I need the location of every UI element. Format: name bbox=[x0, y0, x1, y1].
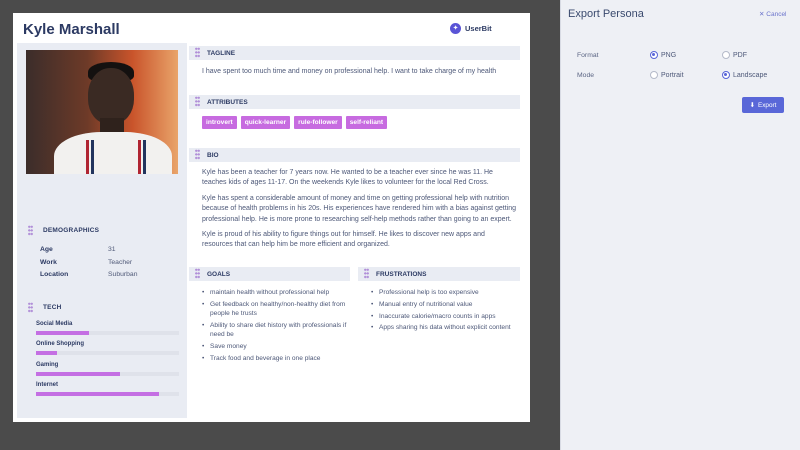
radio-png[interactable] bbox=[650, 51, 658, 59]
demographics-key: Location bbox=[40, 271, 69, 278]
brand-name: UserBit bbox=[465, 24, 492, 33]
demographics-value: Suburban bbox=[108, 271, 138, 278]
tech-item-internet: Internet bbox=[36, 382, 179, 396]
list-item: Professional help is too expensive bbox=[371, 288, 521, 297]
persona-name: Kyle Marshall bbox=[23, 21, 120, 38]
bio-title: BIO bbox=[207, 151, 219, 159]
drag-handle-icon[interactable] bbox=[28, 302, 33, 313]
demographics-key: Work bbox=[40, 259, 57, 266]
tech-bar-fill bbox=[36, 372, 121, 376]
close-icon: ✕ bbox=[759, 11, 765, 18]
format-option-png[interactable]: PNG bbox=[650, 51, 676, 59]
goals-title: GOALS bbox=[207, 270, 231, 278]
bio-header: BIO bbox=[189, 148, 520, 162]
tech-bar-fill bbox=[36, 392, 159, 396]
tagline-text: I have spent too much time and money on … bbox=[202, 68, 497, 75]
format-option-label: PNG bbox=[661, 51, 677, 59]
attribute-tag: rule-follower bbox=[294, 116, 342, 129]
demographics-row-location: Location Suburban bbox=[40, 271, 180, 278]
frustrations-title: FRUSTRATIONS bbox=[376, 270, 427, 278]
list-item: Save money bbox=[202, 342, 350, 351]
attribute-tag: quick-learner bbox=[240, 116, 291, 129]
attributes-title: ATTRIBUTES bbox=[207, 98, 248, 106]
drag-handle-icon[interactable] bbox=[195, 96, 200, 107]
drag-handle-icon[interactable] bbox=[195, 47, 200, 58]
tech-bar-fill bbox=[36, 331, 89, 335]
brand: ✦ UserBit bbox=[450, 23, 492, 34]
mode-option-landscape[interactable]: Landscape bbox=[722, 71, 767, 79]
frustrations-header: FRUSTRATIONS bbox=[358, 267, 520, 281]
tech-bar-track bbox=[36, 331, 179, 335]
persona-photo bbox=[26, 50, 178, 174]
export-panel: Export Persona ✕ Cancel Format PNG PDF M… bbox=[560, 0, 800, 450]
attribute-tag: introvert bbox=[202, 116, 237, 129]
goals-list: maintain health without professional hel… bbox=[202, 288, 350, 365]
tech-bar-fill bbox=[36, 351, 58, 355]
attribute-tag: self-reliant bbox=[345, 116, 388, 129]
tech-title: TECH bbox=[43, 304, 62, 311]
tagline-header: TAGLINE bbox=[189, 46, 520, 60]
tech-bar-track bbox=[36, 392, 179, 396]
list-item: Track food and beverage in one place bbox=[202, 354, 350, 363]
attribute-tags: introvert quick-learner rule-follower se… bbox=[202, 116, 388, 129]
export-button[interactable]: ⬇ Export bbox=[742, 97, 784, 113]
tech-item-online-shopping: Online Shopping bbox=[36, 341, 179, 355]
drag-handle-icon[interactable] bbox=[195, 268, 200, 279]
tech-item-social-media: Social Media bbox=[36, 321, 179, 335]
mode-label: Mode bbox=[577, 72, 595, 79]
cancel-button[interactable]: ✕ Cancel bbox=[759, 10, 787, 18]
mode-option-label: Portrait bbox=[661, 71, 684, 79]
cancel-label: Cancel bbox=[766, 11, 787, 18]
tech-label: Gaming bbox=[36, 362, 59, 368]
demographics-row-work: Work Teacher bbox=[40, 259, 180, 266]
radio-landscape[interactable] bbox=[722, 71, 730, 79]
demographics-row-age: Age 31 bbox=[40, 246, 180, 253]
tech-label: Online Shopping bbox=[36, 341, 84, 347]
persona-sidebar: DEMOGRAPHICS Age 31 Work Teacher Locatio… bbox=[17, 43, 187, 418]
tech-item-gaming: Gaming bbox=[36, 362, 179, 376]
mode-option-label: Landscape bbox=[733, 71, 768, 79]
export-button-label: Export bbox=[757, 101, 777, 109]
format-option-pdf[interactable]: PDF bbox=[722, 51, 747, 59]
demographics-key: Age bbox=[40, 246, 53, 253]
drag-handle-icon[interactable] bbox=[28, 225, 33, 236]
tagline-title: TAGLINE bbox=[207, 49, 236, 57]
tech-bar-track bbox=[36, 372, 179, 376]
tech-bar-track bbox=[36, 351, 179, 355]
export-panel-title: Export Persona bbox=[568, 8, 644, 20]
tech-label: Internet bbox=[36, 382, 59, 388]
radio-portrait[interactable] bbox=[650, 71, 658, 79]
drag-handle-icon[interactable] bbox=[195, 149, 200, 160]
goals-header: GOALS bbox=[189, 267, 350, 281]
tech-label: Social Media bbox=[36, 321, 73, 327]
persona-card: Kyle Marshall ✦ UserBit DEMOGRAPHICS Age… bbox=[13, 13, 530, 422]
list-item: Apps sharing his data without explicit c… bbox=[371, 323, 521, 332]
format-label: Format bbox=[577, 52, 599, 59]
bio-paragraph: Kyle is proud of his ability to figure t… bbox=[202, 231, 485, 249]
demographics-title: DEMOGRAPHICS bbox=[43, 227, 100, 234]
format-option-label: PDF bbox=[733, 51, 747, 59]
list-item: Manual entry of nutritional value bbox=[371, 300, 521, 309]
radio-pdf[interactable] bbox=[722, 51, 730, 59]
mode-option-portrait[interactable]: Portrait bbox=[650, 71, 684, 79]
list-item: Ability to share diet history with profe… bbox=[202, 321, 350, 339]
userbit-logo-icon: ✦ bbox=[450, 23, 461, 34]
attributes-header: ATTRIBUTES bbox=[189, 95, 520, 109]
bio-paragraph: Kyle has been a teacher for 7 years now.… bbox=[202, 169, 493, 187]
drag-handle-icon[interactable] bbox=[364, 268, 369, 279]
frustrations-list: Professional help is too expensive Manua… bbox=[371, 288, 521, 335]
demographics-value: 31 bbox=[108, 246, 116, 253]
list-item: Get feedback on healthy/non-healthy diet… bbox=[202, 300, 350, 318]
list-item: Inaccurate calorie/macro counts in apps bbox=[371, 312, 521, 321]
bio-paragraph: Kyle has spent a considerable amount of … bbox=[202, 195, 517, 223]
download-icon: ⬇ bbox=[749, 102, 755, 109]
list-item: maintain health without professional hel… bbox=[202, 288, 350, 297]
demographics-value: Teacher bbox=[108, 259, 133, 266]
